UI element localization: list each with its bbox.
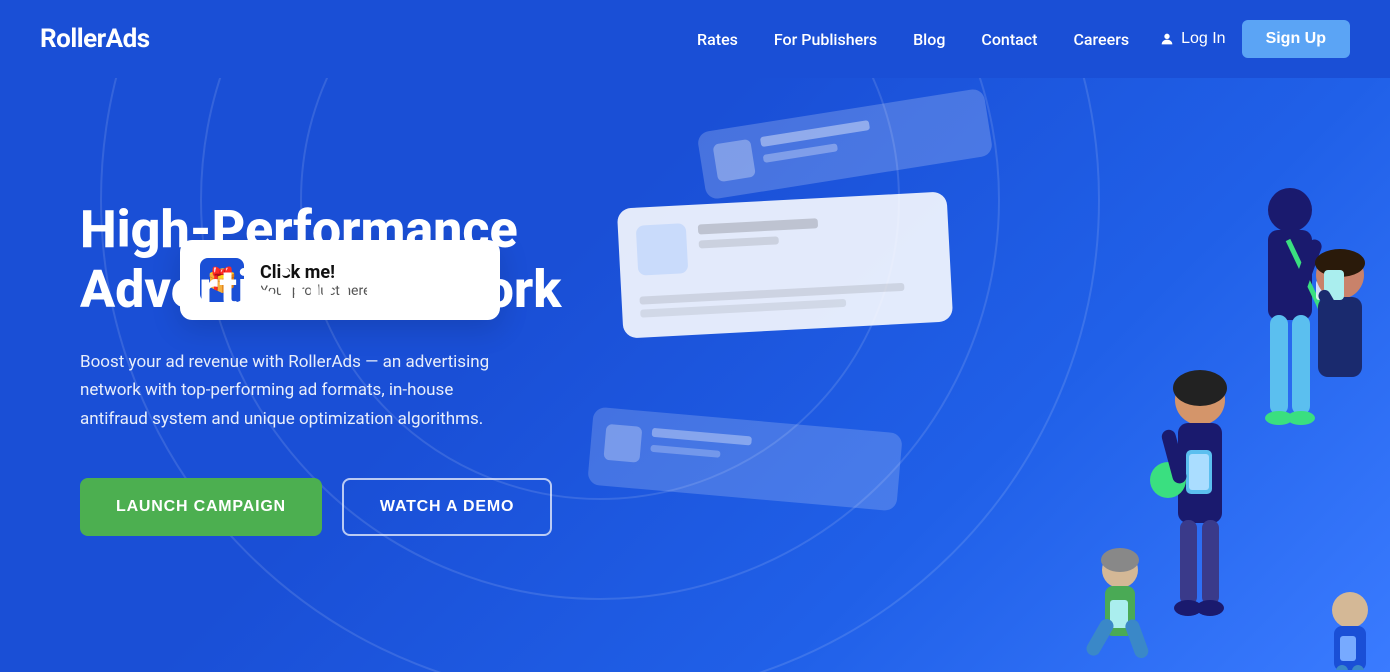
logo-text: RollerAds — [40, 24, 150, 54]
nav-rates[interactable]: Rates — [697, 30, 738, 49]
user-icon — [1159, 31, 1175, 47]
ad-card-bottom-lines — [650, 428, 752, 461]
logo[interactable]: RollerAds — [40, 24, 150, 54]
nav-publishers[interactable]: For Publishers — [774, 30, 877, 49]
ad-card-bottom-icon — [603, 424, 642, 463]
people-illustration — [970, 80, 1390, 670]
nav-contact[interactable]: Contact — [981, 30, 1037, 49]
hero-content: High-Performance Advertising Network Boo… — [80, 200, 580, 536]
navbar: RollerAds Rates For Publishers Blog Cont… — [0, 0, 1390, 78]
ad-card-middle-icon — [636, 223, 689, 276]
nav-careers[interactable]: Careers — [1073, 30, 1129, 49]
ad-card-middle-bars — [639, 281, 934, 317]
login-button[interactable]: Log In — [1159, 30, 1225, 48]
hero-title: High-Performance Advertising Network — [80, 200, 580, 320]
ad-card-top-lines — [760, 120, 873, 163]
signup-button[interactable]: Sign Up — [1242, 20, 1350, 58]
people-svg — [970, 80, 1390, 670]
watch-demo-button[interactable]: WATCH A DEMO — [342, 478, 552, 536]
login-label: Log In — [1181, 30, 1225, 48]
launch-campaign-button[interactable]: LAUNCH CAMPAIGN — [80, 478, 322, 536]
nav-actions: Log In Sign Up — [1159, 20, 1350, 58]
hero-description: Boost your ad revenue with RollerAds — a… — [80, 348, 510, 435]
cta-buttons: LAUNCH CAMPAIGN WATCH A DEMO — [80, 478, 580, 536]
hero-section: RollerAds Rates For Publishers Blog Cont… — [0, 0, 1390, 672]
nav-blog[interactable]: Blog — [913, 30, 945, 49]
nav-links: Rates For Publishers Blog Contact Career… — [697, 30, 1129, 49]
ad-card-middle-text — [698, 218, 819, 248]
ad-card-middle — [617, 191, 953, 338]
ad-card-top-icon — [712, 139, 755, 182]
